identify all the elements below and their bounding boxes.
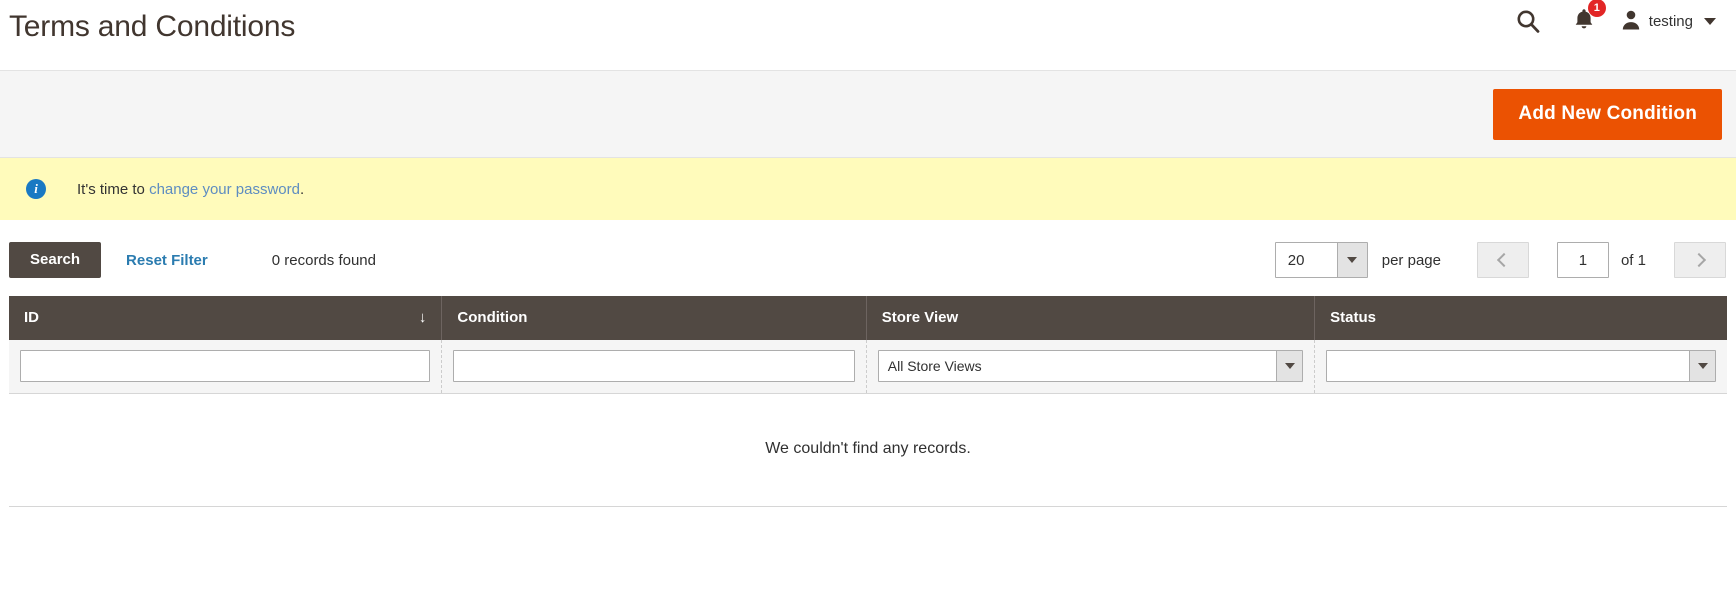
previous-page-button[interactable] <box>1476 242 1529 278</box>
grid-toolbar-left: Search Reset Filter 0 records found <box>9 242 376 278</box>
user-menu[interactable]: testing <box>1611 9 1718 34</box>
column-label-status: Status <box>1330 309 1376 326</box>
reset-filter-link[interactable]: Reset Filter <box>126 252 208 269</box>
search-button[interactable] <box>1499 6 1557 36</box>
grid-body: We couldn't find any records. <box>9 393 1727 507</box>
chevron-down-icon <box>1276 351 1303 381</box>
filter-cell-status <box>1314 340 1727 394</box>
per-page-select[interactable]: 20 <box>1274 242 1368 278</box>
grid-header: ID ↓ Condition Store View Status <box>9 296 1727 340</box>
chevron-left-icon <box>1497 252 1512 268</box>
records-found-label: 0 records found <box>271 251 376 269</box>
page-title: Terms and Conditions <box>9 10 296 43</box>
table-row: All Store Views <box>9 340 1727 394</box>
filter-cell-condition <box>441 340 867 394</box>
filter-condition-input[interactable] <box>453 350 855 382</box>
column-header-condition[interactable]: Condition <box>441 296 867 340</box>
filter-status-select[interactable] <box>1326 350 1716 382</box>
column-label-id: ID <box>24 309 39 326</box>
notice-text-after: . <box>300 180 305 198</box>
per-page-value: 20 <box>1287 251 1305 269</box>
password-notice-banner: i It's time to change your password. <box>0 158 1736 220</box>
empty-state-message: We couldn't find any records. <box>9 393 1727 507</box>
user-name-label: testing <box>1648 12 1693 30</box>
chevron-right-icon <box>1691 252 1706 268</box>
grid-header-row: ID ↓ Condition Store View Status <box>9 296 1727 340</box>
filter-status-value <box>1327 351 1689 381</box>
column-label-condition: Condition <box>457 309 528 326</box>
sort-descending-icon: ↓ <box>418 309 427 326</box>
change-password-link[interactable]: change your password <box>149 181 300 198</box>
page-actions-bar: Add New Condition <box>0 70 1736 158</box>
add-new-condition-button[interactable]: Add New Condition <box>1493 88 1722 140</box>
grid-container: ID ↓ Condition Store View Status All Sto… <box>0 296 1736 507</box>
filter-cell-store-view: All Store Views <box>866 340 1316 394</box>
header-tools: 1 testing <box>1499 0 1726 36</box>
current-page-input[interactable] <box>1556 242 1609 278</box>
filter-cell-id <box>9 340 443 394</box>
search-submit-button[interactable]: Search <box>9 242 102 278</box>
column-header-id[interactable]: ID ↓ <box>9 296 443 340</box>
next-page-button[interactable] <box>1674 242 1726 278</box>
admin-page: Terms and Conditions 1 testing Add New C… <box>0 0 1736 595</box>
notice-text-before: It's time to <box>77 180 150 198</box>
empty-state-row: We couldn't find any records. <box>9 393 1727 507</box>
chevron-down-icon <box>1336 243 1367 277</box>
filter-store-view-select[interactable]: All Store Views <box>877 350 1304 382</box>
grid-toolbar: Search Reset Filter 0 records found 20 p… <box>0 220 1736 296</box>
filter-id-input[interactable] <box>20 350 431 382</box>
user-avatar-icon <box>1621 9 1641 34</box>
total-pages-label: of 1 <box>1620 251 1646 269</box>
chevron-down-icon <box>1704 17 1716 25</box>
chevron-down-icon <box>1689 351 1715 381</box>
notifications-button[interactable]: 1 <box>1557 0 1611 36</box>
column-label-store-view: Store View <box>881 309 959 326</box>
conditions-grid: ID ↓ Condition Store View Status All Sto… <box>9 296 1727 507</box>
notification-count-badge: 1 <box>1587 0 1606 17</box>
filter-store-view-value: All Store Views <box>887 358 982 374</box>
column-header-status[interactable]: Status <box>1314 296 1727 340</box>
per-page-label: per page <box>1381 251 1441 269</box>
notice-message: It's time to change your password. <box>77 181 304 198</box>
column-header-store-view[interactable]: Store View <box>866 296 1316 340</box>
search-icon <box>1515 8 1541 34</box>
grid-filter-row: All Store Views <box>9 340 1727 394</box>
info-circle-icon: i <box>26 179 46 199</box>
grid-toolbar-right: 20 per page of 1 <box>1274 242 1728 278</box>
page-header: Terms and Conditions 1 testing <box>0 0 1736 70</box>
